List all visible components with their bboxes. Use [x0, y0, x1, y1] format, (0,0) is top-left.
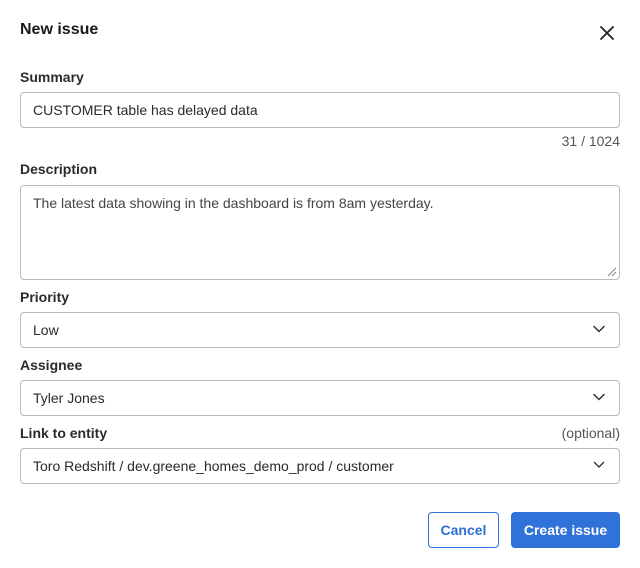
priority-label: Priority [20, 289, 70, 305]
chevron-down-icon [593, 461, 605, 468]
description-label: Description [20, 161, 98, 177]
assignee-selected: Tyler Jones [33, 390, 105, 406]
optional-hint: (optional) [561, 425, 620, 441]
summary-char-counter: 31 / 1024 [561, 133, 620, 149]
cancel-button[interactable]: Cancel [428, 512, 499, 548]
chevron-down-icon [593, 393, 605, 401]
chevron-down-icon [593, 325, 605, 333]
description-value: The latest data showing in the dashboard… [33, 195, 434, 211]
description-textarea[interactable]: The latest data showing in the dashboard… [20, 185, 620, 280]
link-entity-select[interactable]: Toro Redshift / dev.greene_homes_demo_pr… [20, 448, 620, 484]
link-entity-label: Link to entity [20, 425, 108, 441]
resize-grip-icon[interactable] [606, 266, 617, 277]
create-issue-button[interactable]: Create issue [511, 512, 620, 548]
summary-label: Summary [20, 69, 84, 85]
assignee-select[interactable]: Tyler Jones [20, 380, 620, 416]
priority-select[interactable]: Low [20, 312, 620, 348]
priority-selected: Low [33, 322, 59, 338]
close-icon[interactable] [596, 22, 618, 44]
assignee-label: Assignee [20, 357, 83, 373]
summary-value: CUSTOMER table has delayed data [33, 102, 258, 118]
dialog-title: New issue [20, 21, 99, 38]
summary-input[interactable]: CUSTOMER table has delayed data [20, 92, 620, 128]
link-entity-selected: Toro Redshift / dev.greene_homes_demo_pr… [33, 458, 394, 474]
new-issue-dialog: New issue Summary CUSTOMER table has del… [0, 0, 640, 568]
